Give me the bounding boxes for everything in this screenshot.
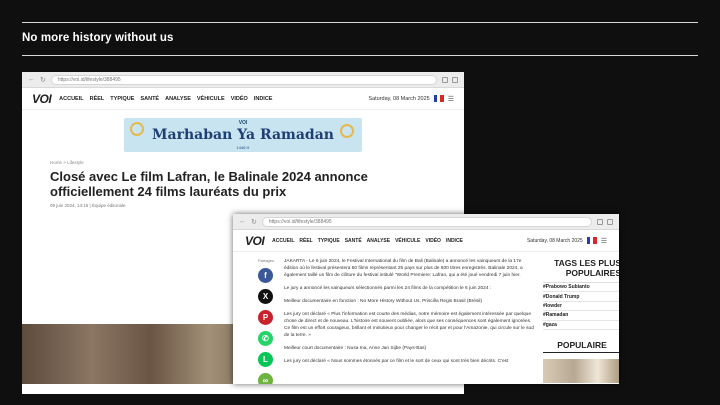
article-photo (22, 324, 256, 384)
banner-subtitle: 1446 H (236, 145, 250, 150)
article-headline: Closé avec Le film Lafran, le Balinale 2… (50, 169, 368, 199)
x-icon[interactable]: X (258, 289, 273, 304)
menu-item-vehicule[interactable]: VÉHICULE (395, 238, 420, 244)
article-paragraph: Meilleur documentaire en fonction : No M… (284, 299, 483, 304)
address-bar[interactable]: https://voi.id/lifestyle/388495 (50, 74, 437, 85)
site-date: Saturday, 08 March 2025 (526, 237, 583, 244)
article-paragraph: Le jury a annoncé les vainqueurs sélecti… (284, 286, 492, 291)
tag-item[interactable]: #Ramadan (543, 311, 619, 321)
french-flag-icon[interactable] (433, 95, 444, 102)
site-menu: ACCUEIL RÉEL TYPIQUE SANTÉ ANALYSE VÉHIC… (59, 96, 272, 102)
menu-hamburger-icon[interactable]: ☰ (448, 95, 454, 103)
tag-item[interactable]: #lowder (543, 302, 619, 312)
address-bar[interactable]: https://voi.id/lifestyle/388495 (261, 216, 592, 227)
tag-item[interactable]: #Donald Trump (543, 292, 619, 302)
french-flag-icon[interactable] (586, 237, 597, 244)
browser-toolbar: ← ↻ https://voi.id/lifestyle/388495 (22, 72, 464, 88)
article-paragraph: Meilleur court documentaire : Nusa Ina, … (284, 346, 427, 351)
pinterest-icon[interactable]: P (258, 310, 273, 325)
menu-item-video[interactable]: VIDÉO (425, 238, 441, 244)
menu-item-typique[interactable]: TYPIQUE (110, 96, 134, 102)
site-menu: ACCUEIL RÉEL TYPIQUE SANTÉ ANALYSE VÉHIC… (272, 238, 463, 244)
menu-item-accueil[interactable]: ACCUEIL (59, 96, 83, 102)
ramadan-banner[interactable]: VOI Marhaban Ya Ramadan 1446 H (124, 118, 362, 152)
banner-title: Marhaban Ya Ramadan (152, 127, 334, 143)
slide-title: No more history without us (22, 32, 174, 44)
site-logo[interactable]: VOI (32, 92, 52, 106)
tag-item[interactable]: #Prabowo Subianto (543, 283, 619, 293)
menu-item-sante[interactable]: SANTÉ (345, 238, 362, 244)
article-paragraph: JAKARTA - Le 6 juin 2024, le Festival In… (284, 259, 523, 278)
profile-icon[interactable] (452, 76, 458, 83)
link-icon[interactable]: ∞ (258, 373, 273, 384)
tag-list: #Prabowo Subianto #Donald Trump #lowder … (543, 282, 619, 330)
share-bar: Partagez f X P ✆ L ∞ (257, 258, 275, 384)
facebook-icon[interactable]: f (258, 268, 273, 283)
extension-icon[interactable] (597, 218, 603, 225)
reload-icon[interactable]: ↻ (40, 76, 46, 84)
whatsapp-icon[interactable]: ✆ (258, 331, 273, 346)
site-date: Saturday, 08 March 2025 (368, 95, 430, 102)
menu-item-indice[interactable]: INDICE (254, 96, 273, 102)
profile-icon[interactable] (607, 218, 613, 225)
article-meta: 09 juin 2024, 13:16 | Équipe éditoriale (50, 203, 126, 208)
menu-item-analyse[interactable]: ANALYSE (165, 96, 191, 102)
back-icon[interactable]: ← (28, 76, 35, 83)
line-icon[interactable]: L (258, 352, 273, 367)
menu-item-indice[interactable]: INDICE (446, 238, 463, 244)
article-body: JAKARTA - Le 6 juin 2024, le Festival In… (284, 258, 536, 371)
site-navbar: VOI ACCUEIL RÉEL TYPIQUE SANTÉ ANALYSE V… (233, 230, 619, 252)
menu-item-vehicule[interactable]: VÉHICULE (197, 96, 225, 102)
popular-thumbnail[interactable] (543, 358, 619, 383)
menu-item-typique[interactable]: TYPIQUE (318, 238, 340, 244)
top-rule (22, 22, 698, 23)
menu-hamburger-icon[interactable]: ☰ (601, 237, 607, 245)
reload-icon[interactable]: ↻ (251, 218, 257, 226)
slide: No more history without us ← ↻ https://v… (0, 0, 720, 405)
share-label: Partagez (257, 258, 274, 263)
menu-item-video[interactable]: VIDÉO (231, 96, 248, 102)
menu-item-analyse[interactable]: ANALYSE (367, 238, 390, 244)
menu-item-accueil[interactable]: ACCUEIL (272, 238, 294, 244)
menu-item-sante[interactable]: SANTÉ (140, 96, 159, 102)
tags-title: TAGS LES PLUS POPULAIRES (554, 258, 619, 278)
site-navbar: VOI ACCUEIL RÉEL TYPIQUE SANTÉ ANALYSE V… (22, 88, 464, 110)
extension-icon[interactable] (442, 76, 448, 83)
back-icon[interactable]: ← (239, 218, 246, 225)
article-paragraph: Les jury ont déclaré « Nous sommes étonn… (284, 359, 509, 364)
breadcrumb[interactable]: Home > Lifestyle (50, 160, 464, 165)
browser-toolbar: ← ↻ https://voi.id/lifestyle/388495 (233, 214, 619, 230)
menu-item-reel[interactable]: RÉEL (90, 96, 105, 102)
browser-window-front[interactable]: ← ↻ https://voi.id/lifestyle/388495 VOI … (233, 214, 619, 384)
title-rule (22, 55, 698, 56)
popular-title: POPULAIRE (543, 340, 619, 353)
menu-item-reel[interactable]: RÉEL (299, 238, 312, 244)
sidebar: TAGS LES PLUS POPULAIRES #Prabowo Subian… (543, 258, 619, 383)
tag-item[interactable]: #gaza (543, 321, 619, 330)
article-paragraph: Les jury ont déclaré « Plus l'informatio… (284, 312, 534, 338)
banner-label: VOI (238, 120, 248, 126)
site-logo[interactable]: VOI (245, 234, 265, 248)
